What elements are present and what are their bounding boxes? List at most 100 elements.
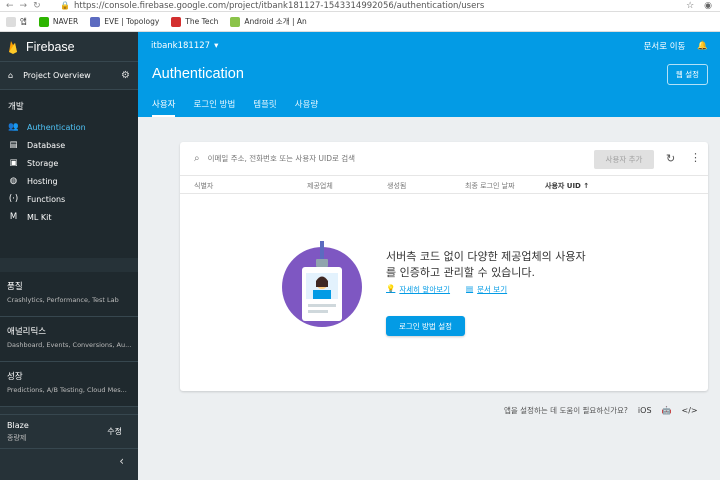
- empty-message-line-1: 서버측 코드 없이 다양한 제공업체의 사용자: [386, 250, 586, 263]
- table-header: 식별자 제공업체 생성됨 최종 로그인 날짜 사용자 UID ↑: [180, 176, 708, 194]
- group-title: 애널리틱스: [7, 327, 47, 337]
- sidebar-item-authentication[interactable]: 👥 Authentication: [0, 118, 138, 136]
- sidebar-item-label: Authentication: [27, 122, 86, 132]
- view-docs-link[interactable]: ▤ 문서 보기: [466, 284, 507, 295]
- setup-sign-in-method-button[interactable]: 로그인 방법 설정: [386, 316, 465, 336]
- develop-title: 개발: [8, 102, 24, 112]
- bookmark-eve[interactable]: EVE | Topology: [90, 16, 159, 27]
- sidebar-item-hosting[interactable]: ◍ Hosting: [0, 172, 138, 190]
- forward-icon[interactable]: →: [20, 1, 28, 11]
- web-platform-icon[interactable]: </>: [682, 406, 698, 415]
- learn-more-link[interactable]: 💡 자세히 알아보기: [386, 284, 450, 295]
- search-input[interactable]: [207, 154, 588, 163]
- database-icon: ▤: [9, 140, 18, 150]
- firebase-brand: Firebase: [26, 39, 75, 54]
- column-user-uid[interactable]: 사용자 UID ↑: [545, 181, 589, 191]
- bookmark-naver[interactable]: NAVER: [38, 16, 78, 27]
- globe-icon: ◍: [9, 176, 18, 186]
- extension-icon[interactable]: ◉: [704, 1, 712, 11]
- reload-icon[interactable]: ↻: [33, 1, 41, 11]
- sidebar: Firebase ⌂ Project Overview ⚙ 개발 👥 Authe…: [0, 32, 138, 480]
- ios-platform-button[interactable]: iOS: [638, 406, 652, 415]
- refresh-icon[interactable]: ↻: [666, 152, 675, 165]
- project-selector[interactable]: itbank181127 ▾: [151, 41, 218, 51]
- sidebar-item-storage[interactable]: ▣ Storage: [0, 154, 138, 172]
- column-provider[interactable]: 제공업체: [307, 181, 333, 191]
- column-created[interactable]: 생성됨: [387, 181, 406, 191]
- docs-icon: ▤: [466, 284, 474, 293]
- storage-icon: ▣: [9, 158, 18, 168]
- search-icon: ⌕: [194, 153, 200, 164]
- go-to-docs-link[interactable]: 문서로 이동: [644, 40, 686, 52]
- tab-usage[interactable]: 사용량: [295, 98, 318, 117]
- column-user-uid-label: 사용자 UID: [545, 182, 581, 190]
- learn-more-label: 자세히 알아보기: [399, 285, 451, 294]
- sidebar-item-label: Storage: [27, 158, 59, 168]
- browser-nav: ← → ↻: [0, 1, 60, 11]
- firebase-logo-icon: [9, 40, 17, 54]
- sidebar-group-analytics[interactable]: 애널리틱스 Dashboard, Events, Conversions, Au…: [0, 317, 138, 362]
- bookmark-android[interactable]: Android 소개 | An: [230, 16, 307, 27]
- project-name: itbank181127: [151, 41, 211, 51]
- search-row: ⌕ 사용자 추가 ↻ ⋮: [180, 142, 708, 176]
- empty-state-message: 서버측 코드 없이 다양한 제공업체의 사용자 를 인증하고 관리할 수 있습니…: [386, 249, 626, 281]
- group-subtitle: Predictions, A/B Testing, Cloud Mes...: [7, 386, 127, 394]
- home-icon: ⌂: [8, 71, 14, 80]
- star-icon[interactable]: ☆: [686, 1, 694, 11]
- page-header: itbank181127 ▾ 문서로 이동 🔔 Authentication 웹…: [138, 32, 720, 117]
- column-last-signed-in[interactable]: 최종 로그인 날짜: [465, 181, 515, 191]
- help-text: 앱을 설정하는 데 도움이 필요하신가요?: [504, 406, 628, 415]
- tab-sign-in-method[interactable]: 로그인 방법: [193, 98, 235, 117]
- sidebar-header[interactable]: Firebase: [0, 32, 138, 62]
- tab-templates[interactable]: 템플릿: [253, 98, 276, 117]
- empty-state-links: 💡 자세히 알아보기 ▤ 문서 보기: [386, 284, 507, 295]
- collapse-sidebar-button[interactable]: ‹: [0, 448, 138, 472]
- tab-users[interactable]: 사용자: [152, 98, 176, 117]
- sidebar-group-grow[interactable]: 성장 Predictions, A/B Testing, Cloud Mes..…: [0, 362, 138, 407]
- plan-edit-button[interactable]: 수정: [107, 426, 122, 437]
- sidebar-item-label: Database: [27, 140, 66, 150]
- add-user-button[interactable]: 사용자 추가: [594, 150, 654, 169]
- bookmarks-bar: 앱 NAVER EVE | Topology The Tech Android …: [0, 12, 720, 32]
- the-tech-icon: [171, 16, 182, 27]
- sidebar-item-label: Functions: [27, 194, 66, 204]
- platform-help-bar: 앱을 설정하는 데 도움이 필요하신가요? iOS 🤖 </>: [504, 405, 698, 416]
- web-setup-button[interactable]: 웹 설정: [666, 64, 708, 85]
- address-bar[interactable]: https://console.firebase.google.com/proj…: [74, 1, 686, 11]
- group-subtitle: Crashlytics, Performance, Test Lab: [7, 296, 119, 304]
- gear-icon[interactable]: ⚙: [121, 70, 130, 81]
- bell-icon[interactable]: 🔔: [697, 41, 708, 51]
- ml-kit-icon: M: [9, 212, 18, 222]
- tab-bar: 사용자 로그인 방법 템플릿 사용량: [152, 98, 318, 117]
- sidebar-item-project-overview[interactable]: ⌂ Project Overview ⚙: [0, 62, 138, 90]
- arrow-up-icon: ↑: [583, 182, 590, 190]
- empty-state: 서버측 코드 없이 다양한 제공업체의 사용자 를 인증하고 관리할 수 있습니…: [180, 194, 708, 390]
- functions-icon: (·): [8, 194, 19, 204]
- chevron-down-icon: ▾: [214, 41, 219, 51]
- android-platform-icon[interactable]: 🤖: [662, 406, 672, 415]
- sidebar-item-label: Hosting: [27, 176, 58, 186]
- bookmark-the-tech[interactable]: The Tech: [171, 16, 218, 27]
- android-icon: [230, 16, 241, 27]
- apps-icon: [6, 16, 16, 27]
- more-vert-icon[interactable]: ⋮: [690, 151, 701, 164]
- bookmark-apps[interactable]: 앱: [6, 16, 27, 27]
- empty-message-line-2: 를 인증하고 관리할 수 있습니다.: [386, 266, 536, 279]
- naver-icon: [38, 16, 49, 27]
- users-card: ⌕ 사용자 추가 ↻ ⋮ 식별자 제공업체 생성됨 최종 로그인 날짜 사용자 …: [180, 142, 708, 391]
- chevron-left-icon: ‹: [119, 453, 124, 468]
- sidebar-group-quality[interactable]: 품질 Crashlytics, Performance, Test Lab: [0, 272, 138, 317]
- sidebar-item-database[interactable]: ▤ Database: [0, 136, 138, 154]
- sidebar-item-label: ML Kit: [27, 212, 52, 222]
- plan-info: Blaze 종량제 수정: [0, 414, 138, 448]
- back-icon[interactable]: ←: [6, 1, 14, 11]
- sidebar-item-functions[interactable]: (·) Functions: [0, 190, 138, 208]
- browser-url-bar: ← → ↻ 🔒 https://console.firebase.google.…: [0, 0, 720, 12]
- column-identifier[interactable]: 식별자: [194, 181, 213, 191]
- id-badge-illustration-icon: [282, 241, 362, 327]
- project-overview-label: Project Overview: [23, 71, 91, 80]
- sidebar-item-ml-kit[interactable]: M ML Kit: [0, 208, 138, 226]
- group-subtitle: Dashboard, Events, Conversions, Au...: [7, 341, 132, 349]
- lock-icon: 🔒: [60, 1, 70, 10]
- people-icon: 👥: [8, 122, 19, 132]
